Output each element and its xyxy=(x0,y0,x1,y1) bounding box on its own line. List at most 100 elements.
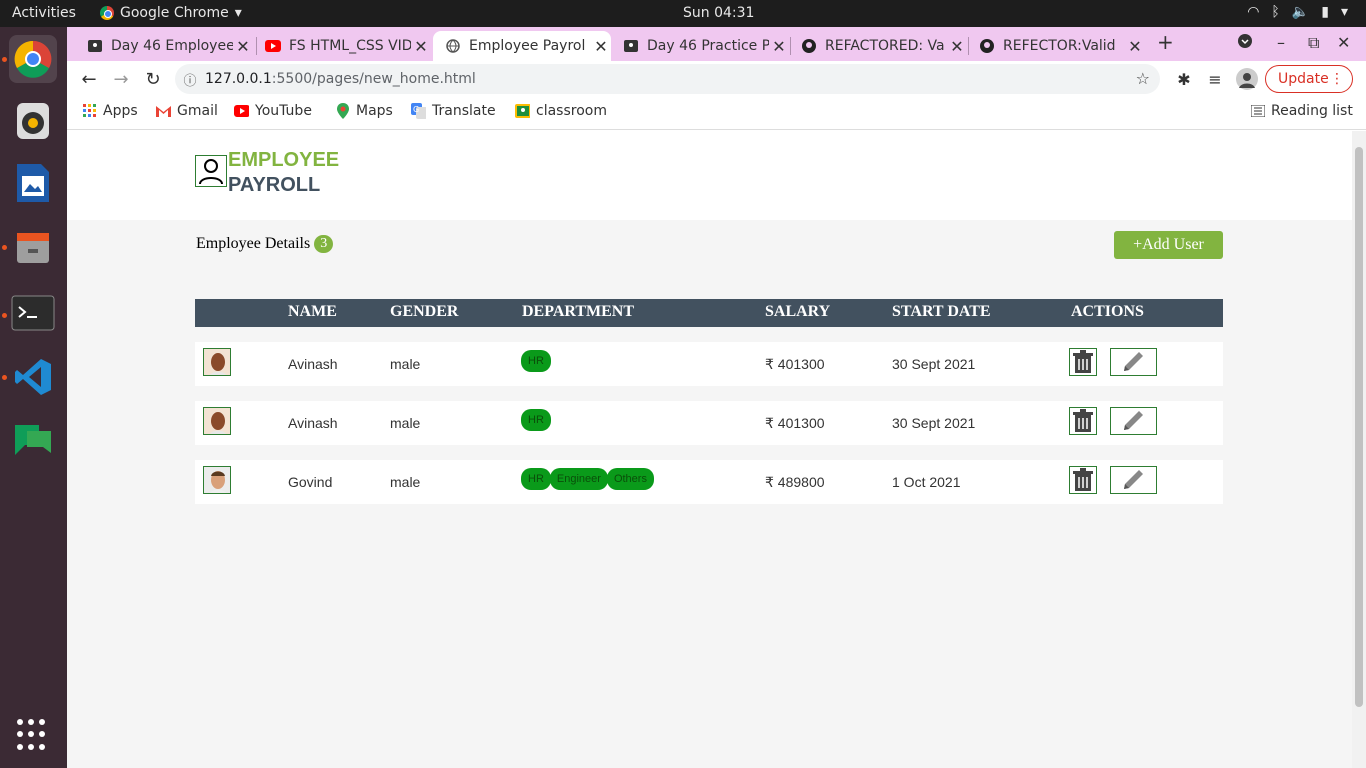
reload-icon[interactable]: ↻ xyxy=(141,67,165,91)
employee-gender: male xyxy=(390,415,421,431)
trash-icon xyxy=(1073,350,1093,373)
employee-salary: ₹ 401300 xyxy=(765,415,825,431)
classroom-icon xyxy=(87,38,103,54)
tab-refector[interactable]: REFECTOR:Valid ✕ xyxy=(967,31,1145,61)
app-menu-label: Google Chrome xyxy=(120,5,229,21)
employee-salary: ₹ 489800 xyxy=(765,474,825,490)
new-tab-button[interactable]: + xyxy=(1157,30,1174,54)
department-badge: Engineer xyxy=(549,468,608,490)
close-icon[interactable]: ✕ xyxy=(947,37,967,56)
tab-title: Day 46 Employee xyxy=(111,38,233,54)
address-bar[interactable]: ⓘ 127.0.0.1:5500/pages/new_home.html ☆ xyxy=(175,64,1160,94)
info-icon[interactable]: ⓘ xyxy=(175,70,205,89)
minimize-icon[interactable]: – xyxy=(1277,33,1285,52)
tab-title: REFACTORED: Va xyxy=(825,38,945,54)
url-path: :5500/pages/new_home.html xyxy=(271,71,476,87)
system-top-bar: Activities Google Chrome ▾ Sun 04:31 ◠ ᛒ… xyxy=(0,0,1366,27)
forward-icon[interactable]: → xyxy=(109,67,133,91)
classroom-icon xyxy=(623,38,639,54)
edit-button[interactable] xyxy=(1110,466,1157,494)
bookmark-label: classroom xyxy=(536,103,607,119)
tab-search-icon[interactable] xyxy=(1237,33,1253,53)
svg-text:G: G xyxy=(413,105,419,114)
dock-chat[interactable] xyxy=(9,415,57,463)
close-icon[interactable]: ✕ xyxy=(411,37,431,56)
employee-details-heading: Employee Details 3 xyxy=(196,235,334,253)
header-department: DEPARTMENT xyxy=(522,303,635,320)
tab-refactored[interactable]: REFACTORED: Va ✕ xyxy=(789,31,967,61)
close-icon[interactable]: ✕ xyxy=(1125,37,1145,56)
app-menu[interactable]: Google Chrome ▾ xyxy=(100,5,242,21)
tab-day46-practice[interactable]: Day 46 Practice P ✕ xyxy=(611,31,789,61)
restore-icon[interactable]: ⧉ xyxy=(1308,33,1319,53)
delete-button[interactable] xyxy=(1069,407,1097,435)
close-icon[interactable]: ✕ xyxy=(233,37,253,56)
department-badges: HR xyxy=(521,409,551,431)
bookmark-translate[interactable]: G Translate xyxy=(411,103,496,119)
update-label: Update xyxy=(1278,71,1329,87)
close-icon[interactable]: ✕ xyxy=(591,37,611,56)
department-badge: HR xyxy=(521,468,551,490)
delete-button[interactable] xyxy=(1069,466,1097,494)
bookmark-classroom[interactable]: classroom xyxy=(515,103,607,119)
clock[interactable]: Sun 04:31 xyxy=(683,5,754,21)
bookmark-apps[interactable]: Apps xyxy=(82,103,138,119)
bookmark-gmail[interactable]: Gmail xyxy=(156,103,218,119)
scrollbar-thumb[interactable] xyxy=(1355,147,1363,707)
page-scrollbar[interactable] xyxy=(1352,131,1366,768)
back-icon[interactable]: ← xyxy=(77,67,101,91)
dock-files[interactable] xyxy=(9,223,57,271)
bookmark-maps[interactable]: Maps xyxy=(335,103,393,119)
dock-terminal[interactable] xyxy=(9,289,57,337)
dock-chrome[interactable] xyxy=(9,35,57,83)
close-window-icon[interactable]: ✕ xyxy=(1337,33,1350,52)
status-area[interactable]: ◠ ᛒ 🔈 ▮ ▾ xyxy=(1247,4,1348,20)
chrome-icon xyxy=(14,40,52,78)
edit-button[interactable] xyxy=(1110,407,1157,435)
close-icon[interactable]: ✕ xyxy=(769,37,789,56)
app-header: EMPLOYEE PAYROLL xyxy=(67,131,1352,220)
dock-writer[interactable] xyxy=(9,159,57,207)
header-actions: ACTIONS xyxy=(1071,303,1144,320)
table-row: Avinash male HR ₹ 401300 30 Sept 2021 xyxy=(195,342,1223,386)
github-icon xyxy=(801,38,817,54)
employee-count-badge: 3 xyxy=(314,235,334,253)
employee-gender: male xyxy=(390,474,421,490)
github-icon xyxy=(979,38,995,54)
extensions-icon[interactable]: ✱ xyxy=(1172,67,1196,91)
bookmark-youtube[interactable]: YouTube xyxy=(234,103,312,119)
header-salary: SALARY xyxy=(765,303,831,320)
logo-line-employee: EMPLOYEE xyxy=(228,149,340,171)
reading-list-button[interactable]: Reading list xyxy=(1250,103,1353,119)
tab-day46-employee[interactable]: Day 46 Employee ✕ xyxy=(75,31,253,61)
table-row: Govind male HR Engineer Others ₹ 489800 … xyxy=(195,460,1223,504)
profile-avatar[interactable] xyxy=(1235,67,1259,91)
activities-button[interactable]: Activities xyxy=(12,5,76,21)
update-button[interactable]: Update ⋮ xyxy=(1265,65,1353,93)
dock-vscode[interactable] xyxy=(9,353,57,401)
add-user-button[interactable]: +Add User xyxy=(1114,231,1223,259)
battery-icon: ▮ xyxy=(1321,4,1329,20)
volume-icon: 🔈 xyxy=(1291,4,1310,20)
media-control-icon[interactable]: ≡ xyxy=(1203,67,1227,91)
tab-fs-html-css[interactable]: FS HTML_CSS VID ✕ xyxy=(253,31,431,61)
rhythmbox-icon xyxy=(17,103,49,139)
apps-icon xyxy=(82,104,97,119)
tab-strip: Day 46 Employee ✕ FS HTML_CSS VID ✕ Empl… xyxy=(67,27,1366,61)
bookmark-label: Translate xyxy=(432,103,496,119)
reading-list-label: Reading list xyxy=(1271,103,1353,119)
tab-employee-payroll[interactable]: Employee Payrol ✕ xyxy=(433,31,611,61)
department-badge: HR xyxy=(521,409,551,431)
dock xyxy=(0,27,67,768)
delete-button[interactable] xyxy=(1069,348,1097,376)
employee-avatar xyxy=(203,466,231,494)
app-grid-icon[interactable] xyxy=(17,719,49,751)
department-badge: HR xyxy=(521,350,551,372)
pencil-icon xyxy=(1123,411,1143,430)
pencil-icon xyxy=(1123,352,1143,371)
dock-rhythmbox[interactable] xyxy=(9,97,57,145)
bookmark-star-icon[interactable]: ☆ xyxy=(1136,69,1150,88)
running-indicator xyxy=(2,375,7,380)
edit-button[interactable] xyxy=(1110,348,1157,376)
employee-name: Avinash xyxy=(288,415,338,431)
